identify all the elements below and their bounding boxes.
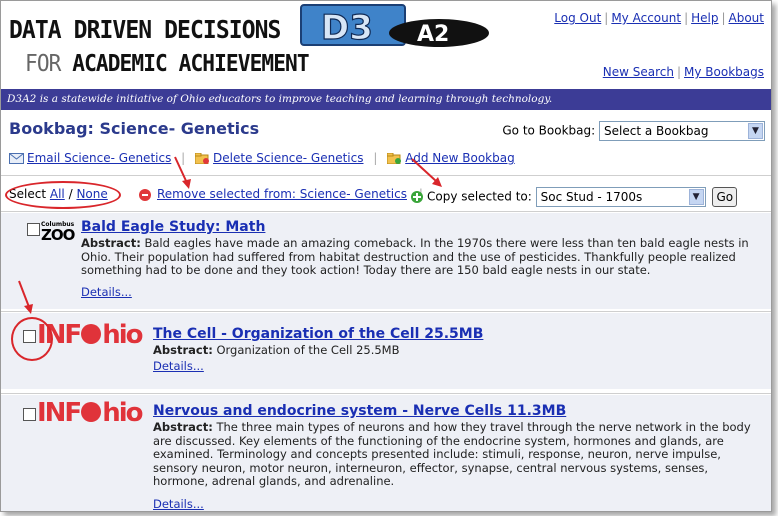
divider [1,393,771,394]
abstract-text: The three main types of neurons and how … [153,420,751,488]
heart-icon [81,401,102,422]
abstract-label: Abstract: [81,236,141,250]
annotation-arrow [174,156,191,189]
item-title-link[interactable]: The Cell - Organization of the Cell 25.5… [153,326,483,342]
item-abstract: Abstract: The three main types of neuron… [153,420,765,489]
divider [1,311,771,312]
zoo-logo: Columbus ZOO [41,221,77,247]
divider [1,175,771,176]
annotation-circle [5,181,121,209]
infohio-logo: INF hio [37,398,144,428]
goto-bookbag-label: Go to Bookbag: [502,123,596,138]
chevron-down-icon: ▼ [748,123,763,139]
chevron-down-icon: ▼ [688,189,704,205]
item-abstract: Abstract: Organization of the Cell 25.5M… [153,343,763,358]
details-link[interactable]: Details... [81,285,132,299]
infohio-logo-b: hio [102,398,143,428]
annotation-arrow [18,280,33,314]
copy-selected: Copy selected to: Soc Stud - 1700s ▼ Go [411,187,738,207]
zoo-logo-main: ZOO [41,226,75,244]
logout-link[interactable]: Log Out [554,11,601,25]
page-frame: DATA DRIVEN DECISIONS FOR ACADEMIC ACHIE… [0,0,772,512]
details-link[interactable]: Details... [153,497,204,511]
bookbag-title: Bookbag: Science- Genetics [9,119,260,138]
goto-bookbag-select[interactable]: Select a Bookbag ▼ [599,121,765,141]
infohio-logo-a: INF [37,398,82,428]
site-header: DATA DRIVEN DECISIONS FOR ACADEMIC ACHIE… [1,1,771,89]
site-title-academic: ACADEMIC ACHIEVEMENT [72,51,309,77]
delete-bookbag-link[interactable]: Delete Science- Genetics [213,151,363,165]
d3a2-logo[interactable]: D3 A2 [299,3,491,49]
infohio-logo-b: hio [102,320,143,350]
list-item: INF hio The Cell - Organization of the Ce… [1,313,771,389]
copy-target-select[interactable]: Soc Stud - 1700s ▼ [535,187,706,207]
divider [1,211,771,212]
annotation-circle [11,317,53,361]
abstract-text: Bald eagles have made an amazing comebac… [81,236,749,277]
initiative-banner: D3A2 is a statewide initiative of Ohio e… [1,89,771,110]
site-title-for: FOR [25,51,73,77]
go-button[interactable]: Go [712,187,738,207]
item-checkbox[interactable] [27,223,40,236]
copy-target-value: Soc Stud - 1700s [540,190,643,204]
item-checkbox[interactable] [23,408,36,421]
help-link[interactable]: Help [691,11,718,25]
list-item: INF hio Nervous and endocrine system - Ne… [1,395,771,511]
heart-icon [81,323,102,344]
site-title-line2: FOR ACADEMIC ACHIEVEMENT [25,51,310,77]
add-folder-icon [387,153,402,164]
site-title-line1: DATA DRIVEN DECISIONS [9,15,281,44]
item-title-link[interactable]: Nervous and endocrine system - Nerve Cel… [153,403,566,419]
about-link[interactable]: About [729,11,764,25]
goto-bookbag: Go to Bookbag: Select a Bookbag ▼ [502,121,765,141]
details-link[interactable]: Details... [153,359,204,373]
list-item: Columbus ZOO Bald Eagle Study: Math Abst… [1,213,771,309]
annotation-arrow [411,158,442,187]
abstract-text: Organization of the Cell 25.5MB [216,343,400,357]
new-search-link[interactable]: New Search [603,65,674,79]
account-links: Log Out | My Account | Help | About [554,11,764,25]
email-bookbag-link[interactable]: Email Science- Genetics [27,151,171,165]
goto-bookbag-value: Select a Bookbag [604,124,709,138]
logo-a2-text: A2 [417,22,449,47]
item-abstract: Abstract: Bald eagles have made an amazi… [81,236,765,278]
item-title-link[interactable]: Bald Eagle Study: Math [81,219,265,235]
email-icon [9,153,24,164]
abstract-label: Abstract: [153,343,213,357]
search-links: New Search | My Bookbags [602,65,764,79]
abstract-label: Abstract: [153,420,213,434]
remove-icon [139,188,151,201]
my-bookbags-link[interactable]: My Bookbags [684,65,764,79]
my-account-link[interactable]: My Account [611,11,681,25]
logo-d3-text: D3 [321,8,373,48]
